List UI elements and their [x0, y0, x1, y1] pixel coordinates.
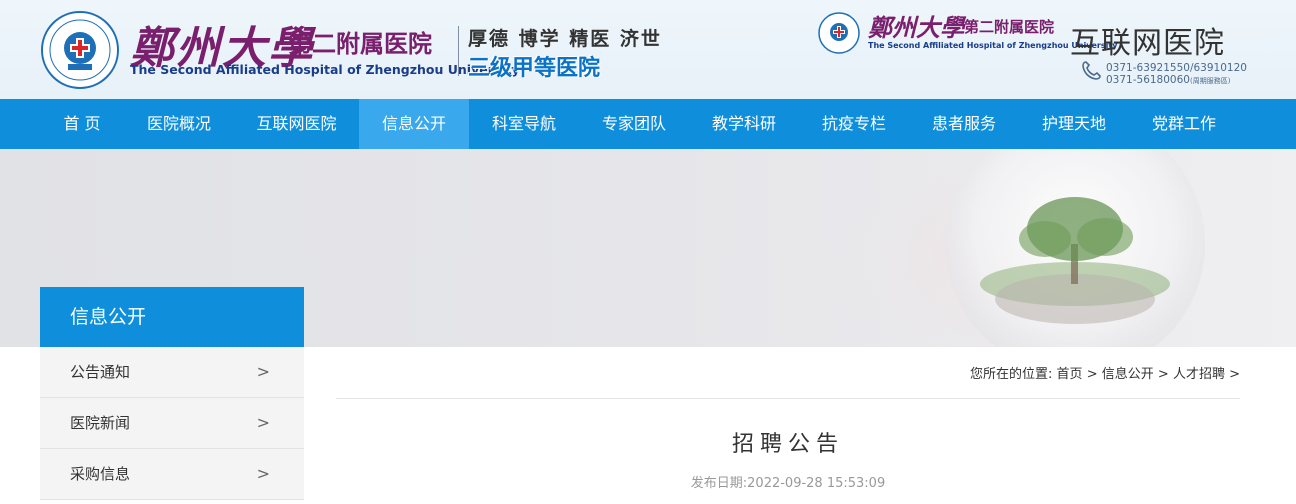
nav-item-expert-team[interactable]: 专家团队: [579, 99, 689, 149]
phone-number-1: 0371-63921550/63910120: [1106, 62, 1247, 74]
header-divider: [458, 26, 459, 76]
breadcrumb-separator: >: [1086, 367, 1098, 382]
hospital-motto: 厚德 博学 精医 济世: [468, 28, 662, 50]
site-header: 鄭州大學 第二附属医院 The Second Affiliated Hospit…: [0, 0, 1296, 99]
sidebar-item-label: 医院新闻: [70, 414, 131, 432]
chevron-right-icon: >: [256, 464, 270, 483]
nav-item-home[interactable]: 首 页: [40, 99, 124, 149]
sidebar-item-label: 公告通知: [70, 363, 131, 381]
internet-hospital-logo[interactable]: [818, 12, 860, 54]
breadcrumb-home[interactable]: 首页: [1057, 367, 1083, 382]
breadcrumb-current[interactable]: 人才招聘: [1173, 367, 1225, 382]
internet-hospital-subname: 第二附属医院: [964, 18, 1055, 36]
breadcrumb-prefix: 您所在的位置:: [970, 367, 1053, 382]
phone-icon: [1082, 61, 1101, 80]
phone-note: (周期服務區): [1190, 77, 1231, 85]
hospital-english-name: The Second Affiliated Hospital of Zhengz…: [130, 62, 520, 77]
breadcrumb-separator: >: [1229, 367, 1240, 382]
nav-item-information-disclosure[interactable]: 信息公开: [359, 99, 469, 149]
nav-item-epidemic-column[interactable]: 抗疫专栏: [799, 99, 909, 149]
sidebar-item-label: 采购信息: [70, 465, 131, 483]
hospital-logo[interactable]: [40, 10, 120, 90]
internet-hospital-name-calligraphy: 鄭州大學: [868, 13, 964, 42]
publish-date-value: 2022-09-28 15:53:09: [747, 476, 886, 491]
sidebar-menu: 公告通知 > 医院新闻 > 采购信息 >: [40, 347, 304, 500]
nav-item-party-work[interactable]: 党群工作: [1129, 99, 1239, 149]
sidebar-item-hospital-news[interactable]: 医院新闻 >: [40, 398, 304, 449]
content-divider: [336, 398, 1240, 399]
nav-item-teaching-research[interactable]: 教学科研: [689, 99, 799, 149]
breadcrumb-section[interactable]: 信息公开: [1102, 367, 1154, 382]
chevron-right-icon: >: [256, 413, 270, 432]
hospital-subname: 第二附属医院: [288, 30, 432, 58]
hospital-grade: 三级甲等医院: [468, 55, 601, 81]
sidebar-item-announcements[interactable]: 公告通知 >: [40, 347, 304, 398]
main-nav-items: 首 页 医院概况 互联网医院 信息公开 科室导航 专家团队 教学科研 抗疫专栏 …: [40, 99, 1239, 149]
nav-item-hospital-overview[interactable]: 医院概况: [124, 99, 234, 149]
breadcrumb-separator: >: [1157, 367, 1169, 382]
nav-item-nursing[interactable]: 护理天地: [1019, 99, 1129, 149]
main-nav: 首 页 医院概况 互联网医院 信息公开 科室导航 专家团队 教学科研 抗疫专栏 …: [0, 99, 1296, 149]
internet-hospital-title[interactable]: 互联网医院: [1070, 18, 1225, 62]
sidebar-item-procurement[interactable]: 采购信息 >: [40, 449, 304, 500]
publish-date: 发布日期:2022-09-28 15:53:09: [336, 472, 1240, 491]
phone-number-2: 0371-56180060: [1106, 74, 1190, 86]
nav-item-internet-hospital[interactable]: 互联网医院: [234, 99, 359, 149]
article-title: 招聘公告: [731, 432, 844, 457]
sidebar-title: 信息公开: [40, 287, 304, 347]
breadcrumb: 您所在的位置: 首页 > 信息公开 > 人才招聘 >: [970, 363, 1240, 382]
nav-item-department-navigation[interactable]: 科室导航: [469, 99, 579, 149]
nav-item-patient-service[interactable]: 患者服务: [909, 99, 1019, 149]
chevron-right-icon: >: [256, 362, 270, 381]
publish-date-label: 发布日期:: [690, 476, 748, 491]
